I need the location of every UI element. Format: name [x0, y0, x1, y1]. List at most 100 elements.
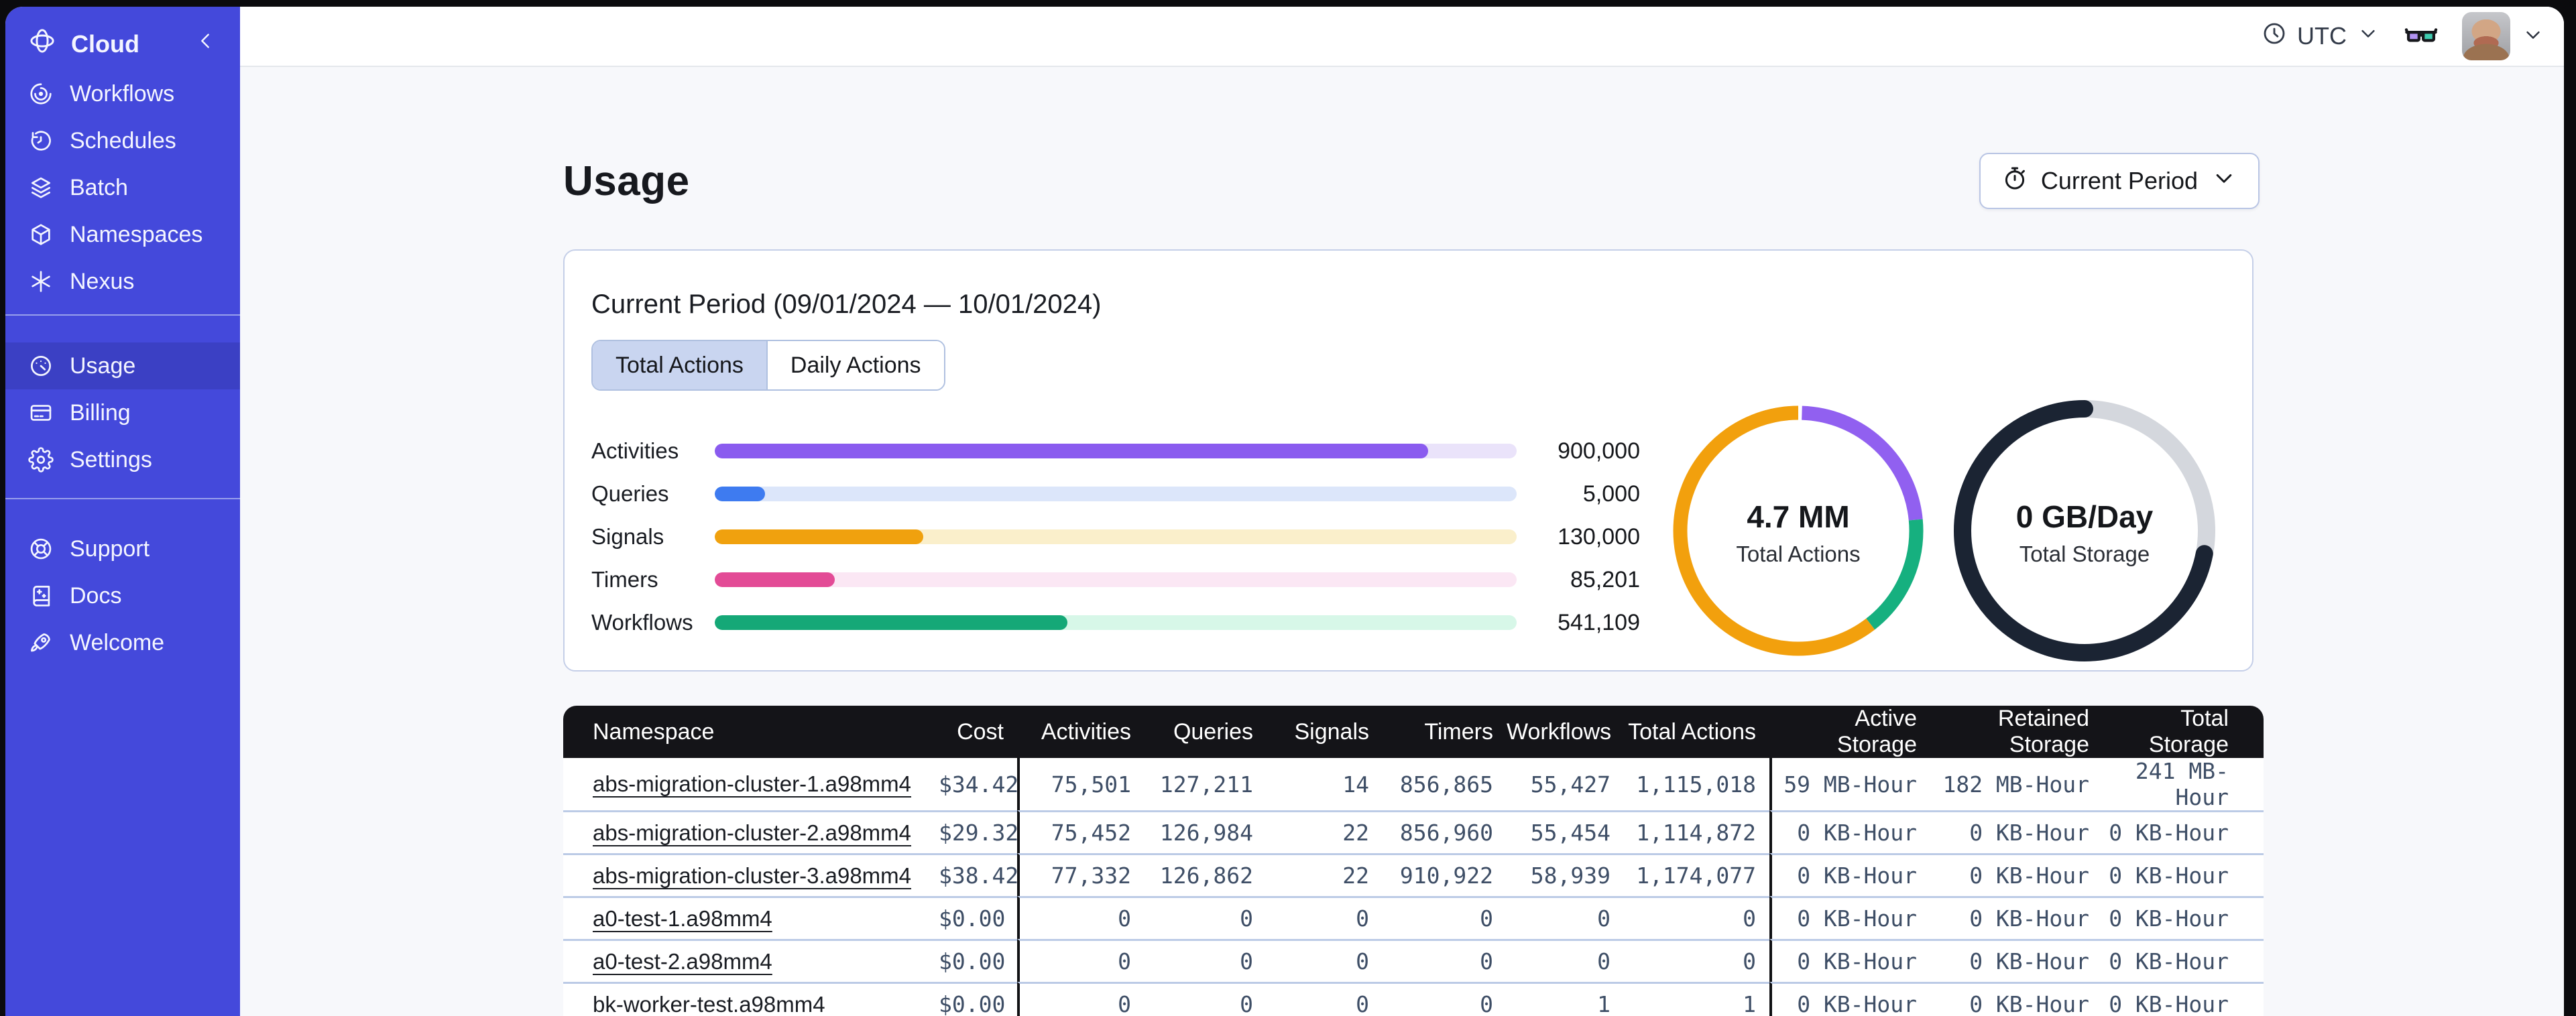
actions-tabs: Total Actions Daily Actions [591, 340, 945, 391]
namespace-link[interactable]: a0-test-1.a98mm4 [593, 906, 772, 931]
avatar [2462, 12, 2510, 60]
sidebar-item-support[interactable]: Support [5, 525, 240, 572]
cell-queries: 0 [1145, 896, 1267, 939]
cell-signals: 22 [1267, 853, 1383, 896]
cell-activities: 0 [1017, 982, 1145, 1016]
timezone-selector[interactable]: UTC [2261, 20, 2380, 53]
docs-icon [33, 586, 50, 607]
app-window: Cloud Workflows Schedules Batch Namespaces N… [5, 7, 2564, 1016]
chevron-down-icon [2521, 23, 2545, 50]
sidebar-item-batch[interactable]: Batch [5, 164, 240, 211]
donut-center: 4.7 MM Total Actions [1664, 397, 1932, 668]
cell-signals: 0 [1267, 939, 1383, 982]
sidebar-item-nexus[interactable]: Nexus [5, 258, 240, 305]
sidebar-item-label: Support [70, 535, 150, 562]
tab-daily-actions[interactable]: Daily Actions [766, 341, 944, 389]
sidebar-divider [5, 498, 240, 499]
sidebar-item-welcome[interactable]: Welcome [5, 619, 240, 666]
chevron-down-icon [2361, 29, 2375, 38]
content: Usage Current Period Current Period (09/… [240, 67, 2564, 1016]
namespaces-icon [32, 224, 50, 245]
period-selector-button[interactable]: Current Period [1979, 153, 2260, 209]
cell-active-storage: 0 KB-Hour [1769, 853, 1930, 896]
sidebar-item-schedules[interactable]: Schedules [5, 117, 240, 164]
cell-queries: 126,984 [1145, 810, 1267, 853]
bar-value: 130,000 [1558, 523, 1640, 550]
cell-cost: $0.00 [939, 896, 1017, 939]
sidebar-item-workflows[interactable]: Workflows [5, 70, 240, 117]
cell-retained-storage: 0 KB-Hour [1930, 896, 2103, 939]
cell-activities: 75,501 [1017, 758, 1145, 810]
sidebar-item-docs[interactable]: Docs [5, 572, 240, 619]
namespace-link[interactable]: abs-migration-cluster-2.a98mm4 [593, 820, 911, 845]
cell-workflows: 55,454 [1507, 810, 1624, 853]
bar-track [715, 615, 1517, 630]
bar-row-activities: Activities 900,000 [591, 430, 1640, 472]
sidebar-item-billing[interactable]: Billing [5, 389, 240, 436]
sidebar-item-label: Namespaces [70, 221, 203, 247]
sidebar-item-label: Workflows [70, 80, 175, 107]
sidebar-item-settings[interactable]: Settings [5, 436, 240, 483]
cell-workflows: 58,939 [1507, 853, 1624, 896]
sidebar-item-label: Billing [70, 399, 131, 426]
main-area: UTC Usage Current Period Current Period … [240, 7, 2564, 1016]
bar-label: Signals [591, 524, 664, 549]
donut-center: 0 GB/Day Total Storage [1943, 389, 2226, 676]
collapse-sidebar-button[interactable] [194, 29, 217, 58]
table-row: a0-test-2.a98mm4 $0.00 0 0 0 0 0 0 0 KB-Hour 0 KB… [563, 939, 2264, 982]
bar-label: Activities [591, 438, 679, 463]
column-header-retained-storage: Retained Storage [1930, 706, 2103, 758]
nexus-icon [32, 271, 50, 292]
cell-timers: 0 [1383, 896, 1507, 939]
namespace-link[interactable]: abs-migration-cluster-1.a98mm4 [593, 771, 911, 796]
cell-signals: 0 [1267, 896, 1383, 939]
column-header-workflows: Workflows [1507, 706, 1624, 758]
bar-fill [715, 615, 1068, 630]
cell-timers: 0 [1383, 939, 1507, 982]
bar-value: 85,201 [1570, 566, 1640, 592]
cell-retained-storage: 0 KB-Hour [1930, 939, 2103, 982]
namespace-link[interactable]: abs-migration-cluster-3.a98mm4 [593, 863, 911, 888]
namespace-link[interactable]: a0-test-2.a98mm4 [593, 949, 772, 974]
cell-total-storage: 0 KB-Hour [2103, 939, 2264, 982]
cell-timers: 856,865 [1383, 758, 1507, 810]
bar-track [715, 444, 1517, 458]
sidebar-divider [5, 314, 240, 316]
cell-active-storage: 0 KB-Hour [1769, 896, 1930, 939]
card-title: Current Period (09/01/2024 — 10/01/2024) [591, 290, 1102, 319]
cell-activities: 77,332 [1017, 853, 1145, 896]
cell-total-storage: 0 KB-Hour [2103, 896, 2264, 939]
bar-fill [715, 487, 766, 501]
cell-retained-storage: 182 MB-Hour [1930, 758, 2103, 810]
sidebar-header[interactable]: Cloud [5, 7, 240, 70]
cell-cost: $38.42 [939, 853, 1018, 896]
cell-cost: $0.00 [939, 982, 1017, 1016]
cell-total-storage: 241 MB-Hour [2103, 758, 2264, 810]
settings-icon [28, 447, 54, 472]
sidebar: Cloud Workflows Schedules Batch Namespaces N… [5, 7, 240, 1016]
cell-total-actions: 1,115,018 [1624, 758, 1769, 810]
sidebar-nav: Workflows Schedules Batch Namespaces Nexus Us… [5, 70, 240, 666]
cell-timers: 910,922 [1383, 853, 1507, 896]
sidebar-item-usage[interactable]: Usage [5, 342, 240, 389]
tab-total-actions[interactable]: Total Actions [593, 341, 766, 389]
account-menu[interactable] [2462, 12, 2545, 60]
sidebar-item-label: Welcome [70, 629, 165, 655]
chevron-left-icon [201, 34, 209, 48]
sidebar-item-label: Schedules [70, 127, 176, 153]
cell-workflows: 0 [1507, 896, 1624, 939]
bar-track [715, 529, 1517, 544]
cell-active-storage: 0 KB-Hour [1769, 939, 1930, 982]
cell-total-actions: 0 [1624, 896, 1769, 939]
glasses-icon [2404, 27, 2438, 42]
cloud-orbit-icon [28, 27, 56, 61]
namespace-link[interactable]: bk-worker-test.a98mm4 [593, 992, 825, 1016]
donut-label: Total Actions [1736, 541, 1861, 566]
bar-fill [715, 529, 923, 544]
labs-toggle-button[interactable] [2403, 17, 2439, 56]
bar-fill [715, 444, 1429, 458]
period-button-label: Current Period [2040, 167, 2198, 194]
cloud-orbit-icon [30, 29, 54, 53]
sidebar-item-label: Usage [70, 353, 136, 379]
sidebar-item-namespaces[interactable]: Namespaces [5, 211, 240, 258]
